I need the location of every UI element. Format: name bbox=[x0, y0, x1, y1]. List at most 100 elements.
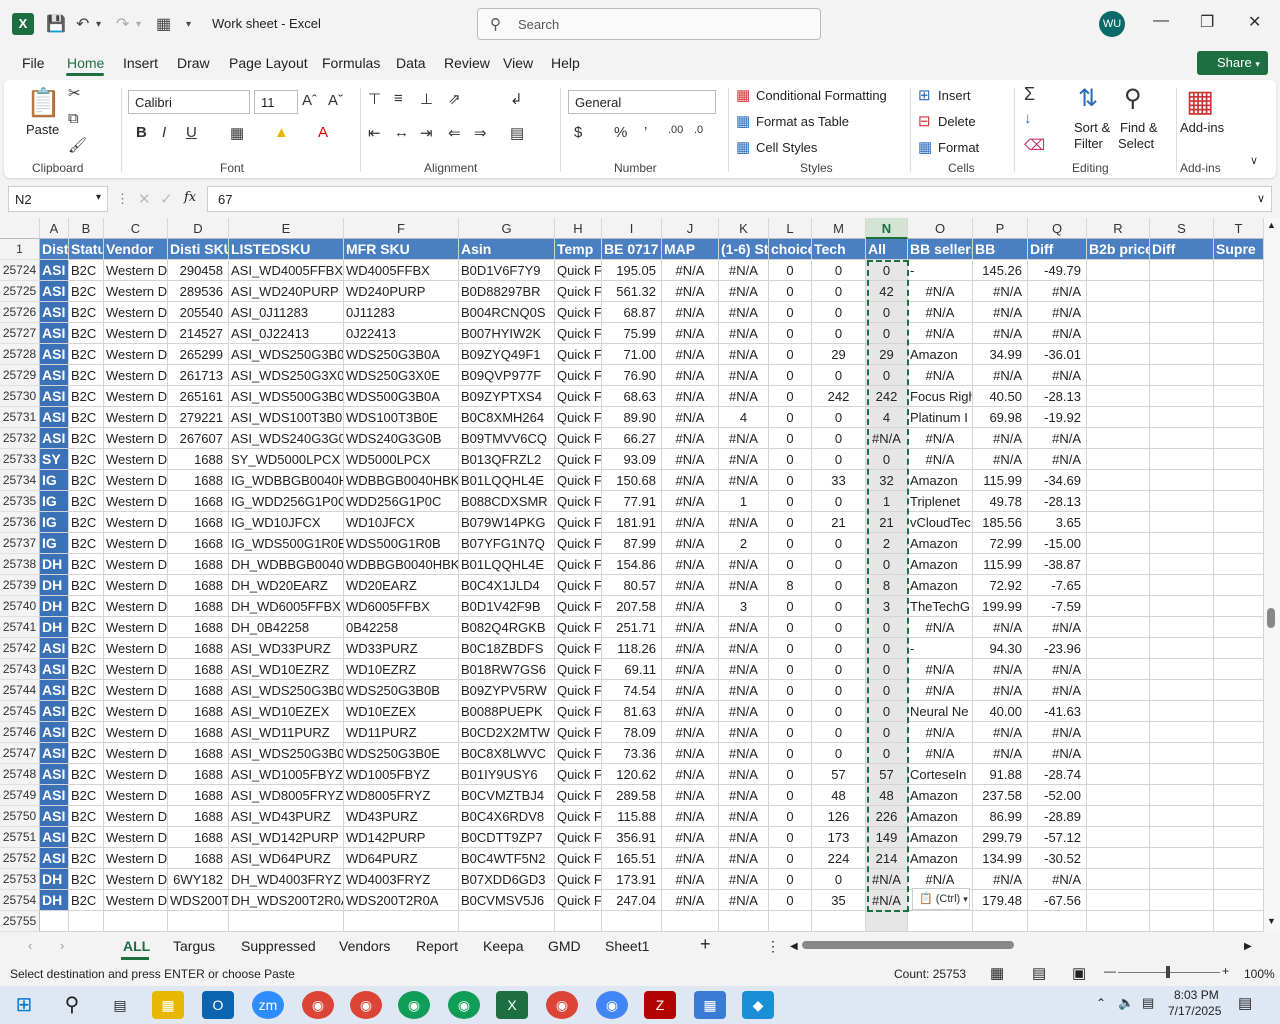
cell-t[interactable] bbox=[1214, 617, 1264, 638]
cell-t[interactable] bbox=[1214, 449, 1264, 470]
cell-q[interactable]: -52.00 bbox=[1028, 785, 1087, 806]
cell-d[interactable] bbox=[168, 911, 229, 932]
cell-f[interactable]: WD43PURZ bbox=[344, 806, 459, 827]
format-painter-icon[interactable]: 🖌 bbox=[68, 136, 87, 154]
cell-a[interactable]: SY bbox=[40, 449, 69, 470]
bold-icon[interactable]: B bbox=[136, 124, 147, 141]
cell-s[interactable] bbox=[1150, 743, 1214, 764]
cell-j[interactable]: #N/A bbox=[662, 554, 719, 575]
cell-p[interactable]: #N/A bbox=[973, 323, 1028, 344]
cell-p[interactable]: 94.30 bbox=[973, 638, 1028, 659]
cell-s[interactable] bbox=[1150, 785, 1214, 806]
column-header-p[interactable]: P bbox=[973, 218, 1028, 239]
cell-m[interactable]: 0 bbox=[812, 365, 866, 386]
cell-e[interactable]: ASI_WDS100T3B0E bbox=[229, 407, 344, 428]
cell-m[interactable] bbox=[812, 911, 866, 932]
cell-t[interactable] bbox=[1214, 491, 1264, 512]
cell-b[interactable]: B2C bbox=[69, 701, 104, 722]
cell-i[interactable]: 71.00 bbox=[602, 344, 662, 365]
page-layout-view-icon[interactable]: ▤ bbox=[1032, 964, 1046, 982]
cell-k[interactable] bbox=[719, 911, 769, 932]
cell-o[interactable]: #N/A bbox=[908, 281, 973, 302]
cell-k[interactable]: #N/A bbox=[719, 806, 769, 827]
cell-q[interactable]: -7.65 bbox=[1028, 575, 1087, 596]
cell-m[interactable]: 48 bbox=[812, 785, 866, 806]
row-header[interactable]: 25736 bbox=[0, 512, 40, 533]
cell-i[interactable]: 81.63 bbox=[602, 701, 662, 722]
cell-s[interactable] bbox=[1150, 680, 1214, 701]
cell-d[interactable]: 1688 bbox=[168, 827, 229, 848]
cell-k[interactable]: #N/A bbox=[719, 848, 769, 869]
cell-m[interactable]: 0 bbox=[812, 617, 866, 638]
cell-i[interactable]: 66.27 bbox=[602, 428, 662, 449]
cell-g[interactable]: B004RCNQ0S bbox=[459, 302, 555, 323]
cell-s[interactable] bbox=[1150, 701, 1214, 722]
cell-d[interactable]: 1688 bbox=[168, 848, 229, 869]
form-icon[interactable]: ▦ bbox=[156, 14, 171, 34]
cell-l[interactable]: 0 bbox=[769, 890, 812, 911]
redo-icon[interactable]: ↷ bbox=[116, 14, 129, 34]
show-hidden-icons-icon[interactable]: ⌃ bbox=[1096, 996, 1106, 1010]
cell-k[interactable]: #N/A bbox=[719, 743, 769, 764]
calculator-icon[interactable]: ▦ bbox=[694, 991, 726, 1019]
cell-p[interactable]: 34.99 bbox=[973, 344, 1028, 365]
zoom-out-icon[interactable]: — bbox=[1104, 964, 1116, 978]
zoom-slider-thumb[interactable] bbox=[1166, 966, 1170, 978]
file-explorer-icon[interactable]: ▦ bbox=[152, 991, 184, 1019]
format-as-table-button[interactable]: Format as Table bbox=[756, 114, 849, 129]
cell-h[interactable]: Quick F bbox=[555, 344, 602, 365]
cell-r[interactable] bbox=[1087, 911, 1150, 932]
cell-h[interactable]: Quick F bbox=[555, 575, 602, 596]
cell-l[interactable] bbox=[769, 911, 812, 932]
cell-l[interactable]: 0 bbox=[769, 554, 812, 575]
cell-m[interactable]: 126 bbox=[812, 806, 866, 827]
cell-q[interactable]: -30.52 bbox=[1028, 848, 1087, 869]
cell-f[interactable]: WD240PURP bbox=[344, 281, 459, 302]
cell-d[interactable]: 1688 bbox=[168, 575, 229, 596]
cell-k[interactable]: 2 bbox=[719, 533, 769, 554]
cell-j[interactable]: #N/A bbox=[662, 386, 719, 407]
cell-t[interactable] bbox=[1214, 344, 1264, 365]
cell-t[interactable] bbox=[1214, 743, 1264, 764]
header-cell-t[interactable]: Supre bbox=[1214, 239, 1264, 260]
cell-s[interactable] bbox=[1150, 659, 1214, 680]
cell-j[interactable]: #N/A bbox=[662, 890, 719, 911]
cell-q[interactable]: #N/A bbox=[1028, 449, 1087, 470]
cell-i[interactable]: 165.51 bbox=[602, 848, 662, 869]
tab-draw[interactable]: Draw bbox=[177, 55, 210, 71]
cell-a[interactable]: ASI bbox=[40, 764, 69, 785]
cell-t[interactable] bbox=[1214, 323, 1264, 344]
cell-h[interactable]: Quick F bbox=[555, 491, 602, 512]
cell-l[interactable]: 0 bbox=[769, 638, 812, 659]
cell-k[interactable]: #N/A bbox=[719, 638, 769, 659]
column-header-m[interactable]: M bbox=[812, 218, 866, 239]
cell-g[interactable]: B01LQQHL4E bbox=[459, 470, 555, 491]
cell-a[interactable]: ASI bbox=[40, 680, 69, 701]
cell-i[interactable]: 154.86 bbox=[602, 554, 662, 575]
cut-icon[interactable]: ✂ bbox=[68, 84, 81, 102]
column-header-q[interactable]: Q bbox=[1028, 218, 1087, 239]
cell-l[interactable]: 0 bbox=[769, 323, 812, 344]
cell-o[interactable]: Amazon bbox=[908, 554, 973, 575]
paste-options-button[interactable]: 📋 (Ctrl) ▾ bbox=[912, 888, 970, 910]
cell-g[interactable]: B013QFRZL2 bbox=[459, 449, 555, 470]
cell-l[interactable]: 0 bbox=[769, 785, 812, 806]
cell-p[interactable]: 72.92 bbox=[973, 575, 1028, 596]
cell-s[interactable] bbox=[1150, 722, 1214, 743]
cell-k[interactable]: #N/A bbox=[719, 428, 769, 449]
cell-o[interactable]: Platinum I bbox=[908, 407, 973, 428]
header-cell-p[interactable]: BB bbox=[973, 239, 1028, 260]
clear-icon[interactable]: ⌫ bbox=[1024, 136, 1045, 154]
cell-b[interactable]: B2C bbox=[69, 491, 104, 512]
cell-l[interactable]: 0 bbox=[769, 428, 812, 449]
font-size-dropdown[interactable]: 11 bbox=[254, 90, 298, 114]
cell-d[interactable]: 1688 bbox=[168, 806, 229, 827]
cell-f[interactable]: WD4003FRYZ bbox=[344, 869, 459, 890]
cell-o[interactable]: TheTechG bbox=[908, 596, 973, 617]
column-header-d[interactable]: D bbox=[168, 218, 229, 239]
header-cell-q[interactable]: Diff bbox=[1028, 239, 1087, 260]
cell-r[interactable] bbox=[1087, 638, 1150, 659]
cell-r[interactable] bbox=[1087, 512, 1150, 533]
cell-m[interactable]: 33 bbox=[812, 470, 866, 491]
cell-f[interactable]: 0B42258 bbox=[344, 617, 459, 638]
